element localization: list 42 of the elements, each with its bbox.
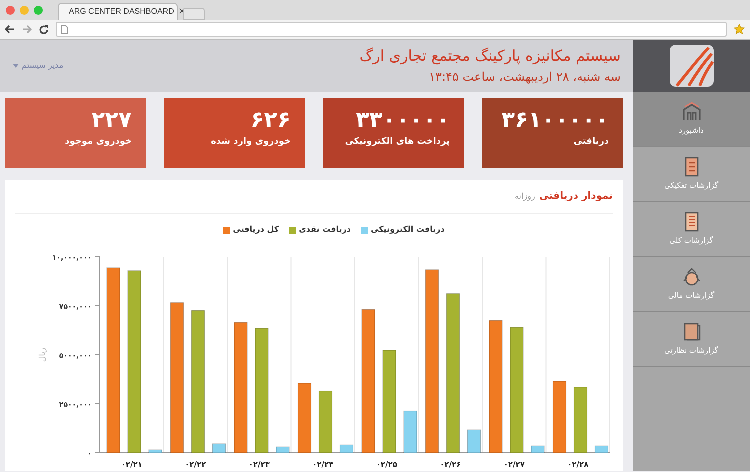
stat-value: ۲۲۷ — [92, 110, 132, 132]
stat-label: پرداخت های الکترونیکی — [345, 136, 450, 149]
bar — [148, 450, 162, 454]
house-icon — [680, 102, 702, 122]
bar — [467, 430, 482, 454]
bar — [574, 387, 588, 454]
page-title: سیستم مکانیزه پارکینگ مجتمع تجاری ارگ — [360, 47, 621, 66]
logo-icon — [668, 44, 714, 88]
star-icon[interactable] — [734, 24, 745, 35]
chart-title: نمودار دریافتی — [539, 190, 613, 204]
page-icon — [61, 25, 68, 34]
forward-icon[interactable] — [22, 25, 32, 34]
user-menu-button[interactable]: مدیر سیستم — [13, 60, 64, 72]
bar — [594, 446, 609, 454]
bar — [340, 444, 354, 454]
bar — [212, 444, 226, 454]
stat-value: ۶۲۶ — [250, 110, 291, 132]
bar — [276, 446, 290, 454]
close-window-button[interactable] — [6, 6, 15, 14]
caret-icon — [13, 64, 19, 68]
stat-value: ۳۳۰۰۰۰۰ — [356, 110, 450, 132]
maximize-window-button[interactable] — [34, 6, 43, 14]
stat-label: خودروی وارد شده — [211, 136, 291, 149]
legend-label: دریافت نقدی — [299, 224, 351, 236]
stat-label: دریافتی — [574, 136, 609, 149]
stat-value: ۳۶۱۰۰۰۰۰ — [502, 110, 609, 132]
reload-icon[interactable] — [39, 24, 49, 34]
minimize-window-button[interactable] — [20, 6, 29, 14]
bar — [404, 410, 418, 454]
legend-label: دریافت الکترونیکی — [371, 224, 445, 236]
legend-label: کل دریافتی — [233, 224, 280, 236]
date-time-text: سه شنبه، ۲۸ اردیبهشت، ساعت ۱۳:۴۵ — [428, 70, 621, 85]
tab-title: ARG CENTER DASHBOARD — [69, 6, 174, 18]
bar — [318, 390, 333, 454]
bar — [298, 383, 312, 454]
chart-subtitle: روزانه — [515, 190, 536, 202]
y-axis-label: ریال — [38, 348, 47, 362]
new-tab-button[interactable] — [183, 8, 205, 20]
back-icon[interactable] — [5, 25, 15, 34]
bar — [531, 446, 545, 454]
address-field[interactable] — [56, 22, 727, 37]
stat-label: خودروی موجود — [65, 136, 132, 149]
